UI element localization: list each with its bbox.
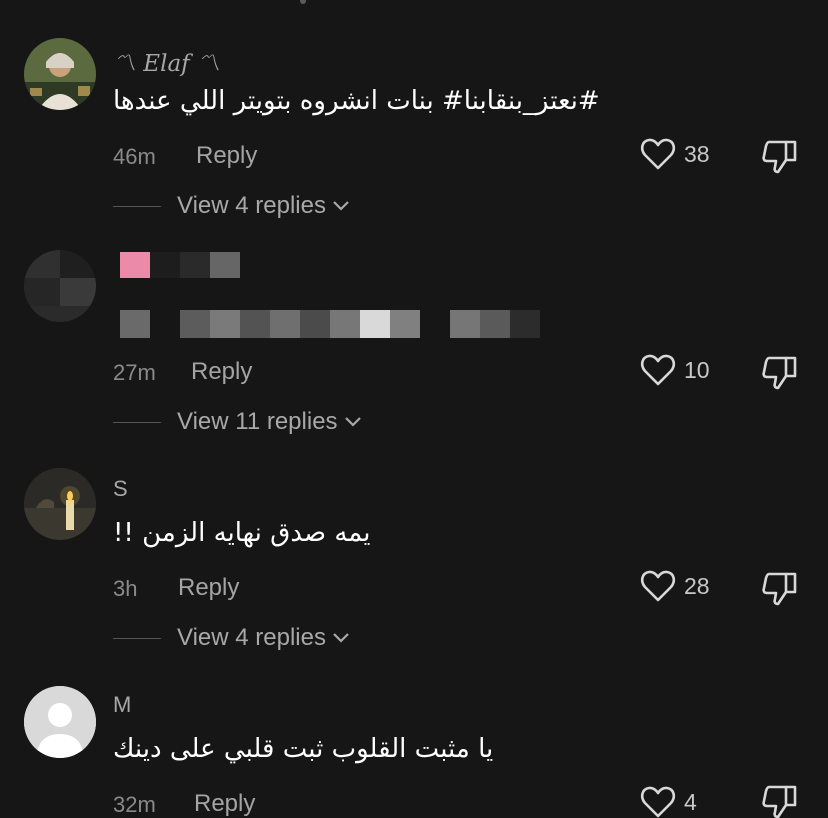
comment-username[interactable]: 〽 Elaf 〽	[113, 44, 220, 78]
comment-timestamp: 32m	[113, 792, 156, 817]
thumbs-down-icon[interactable]	[760, 780, 800, 818]
view-replies-button[interactable]: View 4 replies	[113, 624, 350, 652]
view-replies-label: View 11 replies	[177, 408, 338, 435]
pixelated-text-block	[330, 310, 360, 338]
heart-outline-icon	[640, 354, 676, 386]
thumbs-down-icon[interactable]	[760, 136, 800, 176]
like-count: 38	[684, 140, 710, 167]
reply-button[interactable]: Reply	[191, 358, 252, 386]
comment-username[interactable]: S	[113, 476, 128, 502]
view-replies-button[interactable]: View 11 replies	[113, 408, 362, 436]
thumbs-down-icon[interactable]	[760, 352, 800, 392]
avatar[interactable]	[24, 38, 96, 110]
like-count: 28	[684, 572, 710, 599]
pixelated-text-block	[240, 310, 270, 338]
pixelated-text-block	[390, 310, 420, 338]
comment-timestamp: 27m	[113, 360, 156, 385]
like-button[interactable]: 10	[640, 353, 710, 387]
comments-panel: 〽 Elaf 〽 #نعتز_بنقابنا# بنات انشروه بتوي…	[0, 0, 828, 818]
divider-line	[113, 205, 161, 207]
comment-text: يا مثبت القلوب ثبت قلبي على دينك	[113, 734, 494, 764]
pixelated-text-block	[210, 310, 240, 338]
thumbs-down-icon[interactable]	[760, 568, 800, 608]
heart-outline-icon	[640, 570, 676, 602]
default-user-icon	[24, 686, 96, 758]
pixelated-username-block	[150, 252, 180, 278]
comment-timestamp: 46m	[113, 144, 156, 169]
comment-username[interactable]: M	[113, 692, 131, 718]
like-button[interactable]: 38	[640, 137, 710, 171]
avatar-default[interactable]	[24, 686, 96, 758]
heart-outline-icon	[640, 786, 676, 818]
avatar[interactable]	[24, 468, 96, 540]
pixelated-text-block	[180, 310, 210, 338]
avatar-photo	[24, 468, 96, 540]
like-button[interactable]: 4	[640, 785, 697, 818]
pixelated-text-block	[120, 310, 150, 338]
avatar-pixelated[interactable]	[24, 250, 96, 322]
chevron-down-icon	[333, 633, 349, 643]
pixelated-username-block	[210, 252, 240, 278]
pixelated-text-block	[360, 310, 390, 338]
divider-line	[113, 421, 161, 423]
like-count: 4	[684, 788, 697, 815]
pixelated-text-block	[300, 310, 330, 338]
pixelated-text-block	[450, 310, 480, 338]
pixelated-text-block	[510, 310, 540, 338]
pixelated-text-block	[480, 310, 510, 338]
pixelated-username-block	[120, 252, 150, 278]
reply-button[interactable]: Reply	[194, 790, 255, 818]
avatar-photo	[24, 38, 96, 110]
pixelated-username-block	[180, 252, 210, 278]
comment-text: يمه صدق نهايه الزمن !!	[113, 518, 371, 548]
comment-timestamp: 3h	[113, 576, 138, 601]
view-replies-label: View 4 replies	[177, 624, 326, 651]
scroll-indicator	[300, 0, 306, 4]
pixelated-text-block	[270, 310, 300, 338]
view-replies-button[interactable]: View 4 replies	[113, 192, 350, 220]
chevron-down-icon	[344, 417, 361, 427]
like-count: 10	[684, 356, 710, 383]
divider-line	[113, 637, 161, 639]
like-button[interactable]: 28	[640, 569, 710, 603]
pixelated-image	[24, 250, 96, 322]
view-replies-label: View 4 replies	[177, 192, 326, 219]
reply-button[interactable]: Reply	[196, 142, 257, 170]
chevron-down-icon	[333, 201, 349, 211]
heart-outline-icon	[640, 138, 676, 170]
reply-button[interactable]: Reply	[178, 574, 239, 602]
comment-text: #نعتز_بنقابنا# بنات انشروه بتويتر اللي ع…	[113, 86, 600, 116]
